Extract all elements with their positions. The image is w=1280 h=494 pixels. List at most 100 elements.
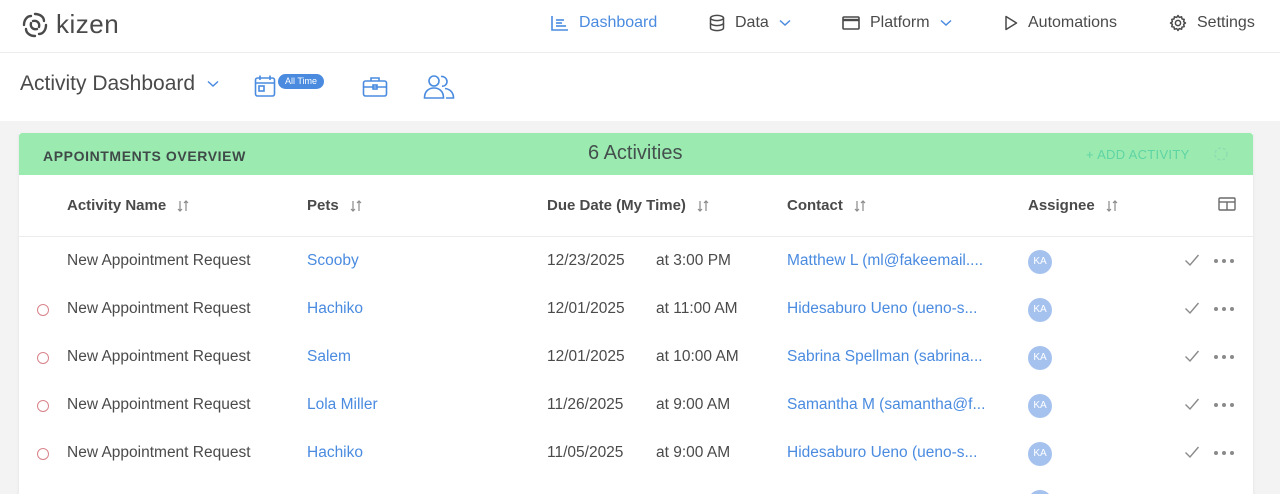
more-options-icon[interactable] — [1214, 403, 1234, 407]
assignee-avatar[interactable]: KA — [1028, 394, 1052, 418]
contact-link[interactable]: Hidesaburo Ueno (ueno-s... — [787, 429, 1007, 477]
table-row[interactable]: New Appointment Request Salem 12/01/2025… — [19, 333, 1253, 381]
contact-link[interactable]: Matthew L (ml@fakeemail.... — [787, 237, 1007, 285]
complete-radio[interactable] — [37, 400, 49, 412]
due-date: 12/23/2025 — [547, 252, 625, 269]
complete-radio[interactable] — [37, 448, 49, 460]
pet-link[interactable]: Scooby — [307, 237, 359, 285]
sort-icon — [177, 199, 189, 212]
sort-icon — [697, 199, 709, 212]
column-header-assignee[interactable]: Assignee — [1028, 197, 1119, 214]
check-icon[interactable] — [1184, 445, 1200, 459]
more-options-icon[interactable] — [1214, 259, 1234, 263]
column-header-label: Due Date (My Time) — [547, 197, 686, 214]
nav-settings-label: Settings — [1197, 13, 1255, 31]
card-header: APPOINTMENTS OVERVIEW 6 Activities + ADD… — [19, 133, 1253, 175]
check-icon[interactable] — [1184, 397, 1200, 411]
column-header-due-date[interactable]: Due Date (My Time) — [547, 197, 710, 214]
calendar-icon[interactable] — [254, 74, 276, 98]
contact-link[interactable]: Samantha M (samantha@f... — [787, 381, 1007, 429]
column-header-contact[interactable]: Contact — [787, 197, 867, 214]
assignee-avatar[interactable]: KA — [1028, 346, 1052, 370]
nav-data-label: Data — [735, 13, 769, 31]
play-icon — [1005, 15, 1018, 30]
activity-name: New Appointment Request — [67, 348, 251, 365]
pet-link[interactable]: Hachiko — [307, 285, 363, 333]
table-row[interactable]: New Appointment Request Hachiko 12/01/20… — [19, 285, 1253, 333]
nav-settings[interactable]: Settings — [1169, 0, 1255, 45]
brand-name: kizen — [56, 9, 120, 39]
columns-icon[interactable] — [1218, 196, 1236, 212]
pet-link[interactable]: Salem — [307, 333, 351, 381]
briefcase-icon[interactable] — [362, 76, 388, 98]
appointments-overview-card: APPOINTMENTS OVERVIEW 6 Activities + ADD… — [19, 133, 1253, 494]
due-time: at 10:00 AM — [656, 348, 739, 365]
check-icon[interactable] — [1184, 253, 1200, 267]
column-header-label: Pets — [307, 197, 339, 214]
contact-link[interactable]: Hidesaburo Ueno (ueno-s... — [787, 285, 1007, 333]
more-options-icon[interactable] — [1214, 451, 1234, 455]
kizen-logo-icon — [22, 12, 48, 37]
due-time: at 11:00 AM — [656, 300, 738, 317]
contact-link[interactable]: Sabrina Spellman (sabrina... — [787, 333, 1007, 381]
pet-link[interactable]: Lola Miller — [307, 381, 378, 429]
column-header-activity-name[interactable]: Activity Name — [67, 197, 190, 214]
table-row[interactable]: New Appointment Request Hachiko 11/05/20… — [19, 429, 1253, 477]
kizen-logo[interactable]: kizen — [20, 9, 119, 40]
assignee-avatar-partial — [1028, 490, 1052, 494]
due-date: 11/26/2025 — [547, 396, 624, 413]
due-date: 12/01/2025 — [547, 300, 625, 317]
assignee-avatar[interactable]: KA — [1028, 442, 1052, 466]
due-time: at 9:00 AM — [656, 396, 731, 413]
nav-data[interactable]: Data — [709, 0, 791, 45]
activity-name: New Appointment Request — [67, 444, 251, 461]
assignee-avatar[interactable]: KA — [1028, 298, 1052, 322]
add-activity-button[interactable]: + ADD ACTIVITY — [1086, 147, 1190, 162]
activity-name: New Appointment Request — [67, 300, 251, 317]
nav-platform[interactable]: Platform — [842, 0, 952, 45]
complete-radio[interactable] — [37, 304, 49, 316]
date-filter-badge[interactable]: All Time — [278, 74, 325, 89]
column-header-label: Activity Name — [67, 197, 167, 214]
assignee-avatar[interactable]: KA — [1028, 250, 1052, 274]
activity-name: New Appointment Request — [67, 252, 251, 269]
table-row[interactable]: New Appointment Request Scooby 12/23/202… — [19, 237, 1253, 285]
top-nav: kizen Dashboard Data Platform Automation… — [0, 0, 1280, 53]
dashboard-toolbar: Activity Dashboard All Time — [0, 53, 1280, 121]
nav-automations[interactable]: Automations — [1004, 0, 1117, 45]
nav-dashboard[interactable]: Dashboard — [551, 0, 657, 45]
window-icon — [842, 15, 860, 30]
nav-platform-label: Platform — [870, 13, 930, 31]
more-options-icon[interactable] — [1214, 307, 1234, 311]
check-icon[interactable] — [1184, 349, 1200, 363]
dashboard-selector[interactable]: Activity Dashboard — [20, 72, 219, 96]
due-date: 11/05/2025 — [547, 444, 624, 461]
activity-count: 6 Activities — [588, 142, 683, 164]
chevron-down-icon — [207, 80, 219, 88]
card-title: APPOINTMENTS OVERVIEW — [43, 148, 246, 164]
dashboard-icon — [551, 15, 568, 31]
due-time: at 9:00 AM — [656, 444, 731, 461]
pet-link[interactable]: Hachiko — [307, 429, 363, 477]
column-header-pets[interactable]: Pets — [307, 197, 363, 214]
check-icon[interactable] — [1184, 301, 1200, 315]
page-title: Activity Dashboard — [20, 72, 196, 95]
column-header-label: Contact — [787, 197, 843, 214]
due-time: at 3:00 PM — [656, 252, 731, 269]
sort-icon — [350, 199, 362, 212]
complete-radio[interactable] — [37, 352, 49, 364]
sort-icon — [1106, 199, 1118, 212]
chevron-down-icon — [940, 19, 952, 26]
gear-icon — [1169, 14, 1187, 31]
nav-automations-label: Automations — [1028, 13, 1117, 31]
sort-icon — [854, 199, 866, 212]
activity-name: New Appointment Request — [67, 396, 251, 413]
table-row[interactable]: New Appointment Request Lola Miller 11/2… — [19, 381, 1253, 429]
due-date: 12/01/2025 — [547, 348, 625, 365]
database-icon — [709, 14, 725, 31]
chevron-down-icon — [779, 19, 791, 26]
loading-spinner-icon — [1214, 147, 1228, 161]
more-options-icon[interactable] — [1214, 355, 1234, 359]
nav-dashboard-label: Dashboard — [579, 13, 658, 31]
team-icon[interactable] — [423, 74, 455, 100]
